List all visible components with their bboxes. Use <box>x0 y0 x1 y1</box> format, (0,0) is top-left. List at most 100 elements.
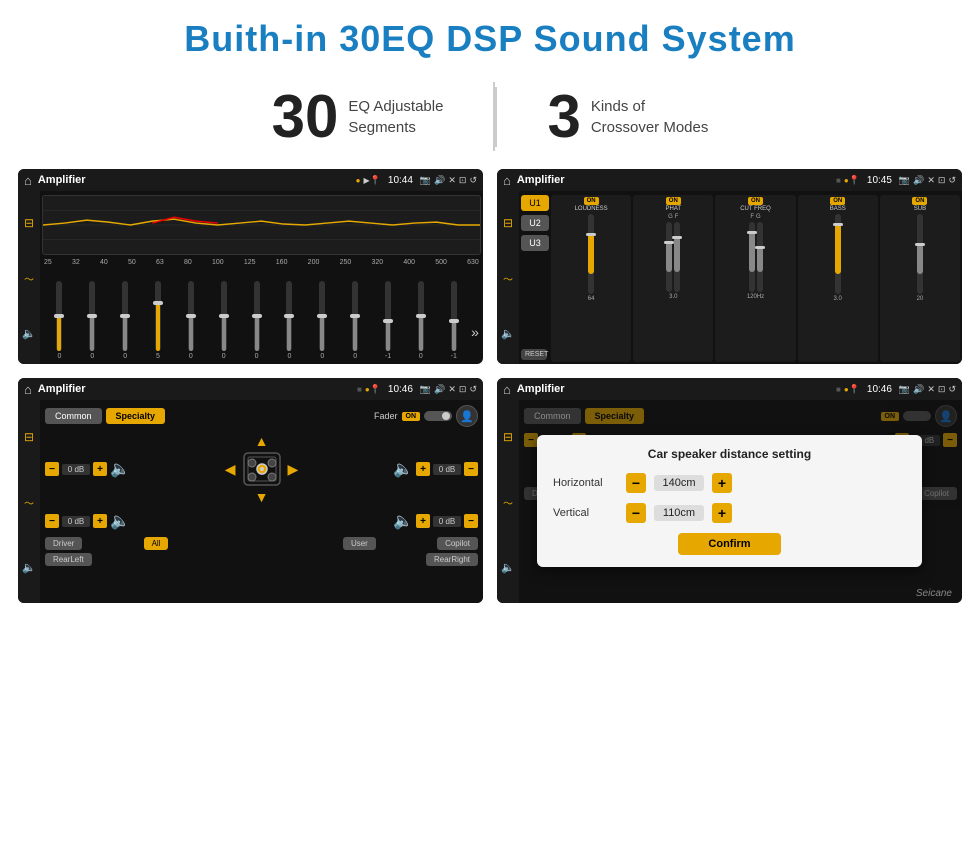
bl2-minus[interactable]: − <box>524 433 538 447</box>
fr-speaker-icon: 🔈 <box>393 459 413 479</box>
eq-slider-1[interactable]: 0 <box>44 281 75 360</box>
cv-reset-btn[interactable]: RESET <box>521 349 547 360</box>
eq-slider-6[interactable]: 0 <box>208 281 239 360</box>
eq-slider-5[interactable]: 0 <box>175 281 206 360</box>
fl-minus-btn[interactable]: − <box>45 462 59 476</box>
dist-toggle-br[interactable] <box>903 411 931 421</box>
crossover-number: 3 <box>547 82 580 151</box>
window-icon-tl[interactable]: ⊡ <box>459 175 467 186</box>
eq-slider-2[interactable]: 0 <box>77 281 108 360</box>
u2-btn-tr[interactable]: U2 <box>521 215 549 231</box>
common-tab-bl[interactable]: Common <box>45 408 102 424</box>
u3-btn-tr[interactable]: U3 <box>521 235 549 251</box>
eq-text-1: EQ Adjustable <box>348 96 443 117</box>
home-icon-tr[interactable]: ⌂ <box>503 173 511 188</box>
user-btn-bl[interactable]: User <box>343 537 376 550</box>
rearright-btn-bl[interactable]: RearRight <box>426 553 478 566</box>
dist-left-icon-3[interactable]: 🔈 <box>501 561 515 574</box>
rr-minus-btn[interactable]: − <box>464 514 478 528</box>
copilot-btn-bl[interactable]: Copilot <box>437 537 478 550</box>
eq-slider-7[interactable]: 0 <box>241 281 272 360</box>
vertical-plus-btn[interactable]: + <box>712 503 732 523</box>
eq-graph <box>42 195 481 255</box>
close-icon-br[interactable]: ✕ <box>927 384 935 395</box>
back-icon-bl[interactable]: ↺ <box>469 384 477 395</box>
close-icon-bl[interactable]: ✕ <box>448 384 456 395</box>
dist-left-icon-1[interactable]: ⊟ <box>503 430 513 444</box>
fr-minus-btn[interactable]: − <box>464 462 478 476</box>
vertical-minus-btn[interactable]: − <box>626 503 646 523</box>
cv-left-icon-3[interactable]: 🔈 <box>501 327 515 340</box>
br2-minus[interactable]: − <box>943 433 957 447</box>
horizontal-plus-btn[interactable]: + <box>712 473 732 493</box>
rl-minus-btn[interactable]: − <box>45 514 59 528</box>
fader-left-icon-3[interactable]: 🔈 <box>22 561 36 574</box>
home-icon-tl[interactable]: ⌂ <box>24 173 32 188</box>
eq-slider-8[interactable]: 0 <box>274 281 305 360</box>
fader-left-icon-1[interactable]: ⊟ <box>24 430 34 444</box>
eq-text-2: Segments <box>348 117 443 138</box>
joystick-left-btn[interactable]: ◀ <box>225 461 236 478</box>
window-icon-br[interactable]: ⊡ <box>938 384 946 395</box>
confirm-btn[interactable]: Confirm <box>678 533 780 555</box>
copilot-btn-br[interactable]: Copilot <box>916 487 957 500</box>
eq-left-icon-3[interactable]: 🔈 <box>22 327 36 340</box>
eq-slider-4[interactable]: 5 <box>143 281 174 360</box>
joystick-up-btn[interactable]: ▲ <box>255 433 269 449</box>
rearleft-btn-bl[interactable]: RearLeft <box>45 553 92 566</box>
sub-label: SUB <box>914 206 926 212</box>
cv-left-icon-1[interactable]: ⊟ <box>503 216 513 230</box>
back-icon-br[interactable]: ↺ <box>948 384 956 395</box>
fader-toggle-bl[interactable] <box>424 411 452 421</box>
joystick-right-btn[interactable]: ▶ <box>288 461 299 478</box>
time-br: 10:46 <box>867 384 892 395</box>
joystick-down-btn[interactable]: ▼ <box>255 489 269 505</box>
bass-on-badge: ON <box>830 197 845 205</box>
fr-plus-btn[interactable]: + <box>416 462 430 476</box>
home-icon-br[interactable]: ⌂ <box>503 382 511 397</box>
window-icon-tr[interactable]: ⊡ <box>938 175 946 186</box>
stats-row: 30 EQ Adjustable Segments 3 Kinds of Cro… <box>0 70 980 169</box>
profile-icon-br[interactable]: 👤 <box>935 405 957 427</box>
eq-left-icon-1[interactable]: ⊟ <box>24 216 34 230</box>
close-icon-tr[interactable]: ✕ <box>927 175 935 186</box>
u1-btn-tr[interactable]: U1 <box>521 195 549 211</box>
specialty-tab-bl[interactable]: Specialty <box>106 408 166 424</box>
eq-scroll-right[interactable]: » <box>471 324 479 360</box>
profile-icon-bl[interactable]: 👤 <box>456 405 478 427</box>
horizontal-minus-btn[interactable]: − <box>626 473 646 493</box>
window-icon-bl[interactable]: ⊡ <box>459 384 467 395</box>
eq-slider-3[interactable]: 0 <box>110 281 141 360</box>
eq-slider-10[interactable]: 0 <box>340 281 371 360</box>
close-icon-tl[interactable]: ✕ <box>448 175 456 186</box>
camera-icon-tl: 📷 <box>420 175 431 186</box>
driver-btn-bl[interactable]: Driver <box>45 537 82 550</box>
eq-slider-9[interactable]: 0 <box>307 281 338 360</box>
eq-slider-11[interactable]: -1 <box>373 281 404 360</box>
back-icon-tr[interactable]: ↺ <box>948 175 956 186</box>
app-title-br: Amplifier <box>517 383 836 395</box>
all-btn-bl[interactable]: All <box>144 537 169 550</box>
distance-dialog: Car speaker distance setting Horizontal … <box>537 435 922 567</box>
dist-left-icon-2[interactable]: 〜 <box>503 495 513 510</box>
fader-left-icon-2[interactable]: 〜 <box>24 495 34 510</box>
rl-plus-btn[interactable]: + <box>93 514 107 528</box>
status-bar-tr: ⌂ Amplifier ■ ● 📍 10:45 📷 🔊 ✕ ⊡ ↺ <box>497 169 962 191</box>
fr-db-val: 0 dB <box>433 464 461 475</box>
back-icon-tl[interactable]: ↺ <box>469 175 477 186</box>
eq-left-icon-2[interactable]: 〜 <box>24 271 34 286</box>
front-left-ctrl: − 0 dB + 🔈 <box>45 459 220 479</box>
common-tab-br[interactable]: Common <box>524 408 581 424</box>
specialty-tab-br[interactable]: Specialty <box>585 408 645 424</box>
dist-on-badge-br: ON <box>881 412 900 421</box>
eq-slider-13[interactable]: -1 <box>438 281 469 360</box>
phat-label: PHAT <box>666 206 682 212</box>
fl-plus-btn[interactable]: + <box>93 462 107 476</box>
crossover-stat: 3 Kinds of Crossover Modes <box>497 82 758 151</box>
rr-plus-btn[interactable]: + <box>416 514 430 528</box>
home-icon-bl[interactable]: ⌂ <box>24 382 32 397</box>
cv-left-icon-2[interactable]: 〜 <box>503 271 513 286</box>
bass-label: BASS <box>830 206 846 212</box>
vertical-row: Vertical − 110cm + <box>553 503 906 523</box>
eq-slider-12[interactable]: 0 <box>405 281 436 360</box>
